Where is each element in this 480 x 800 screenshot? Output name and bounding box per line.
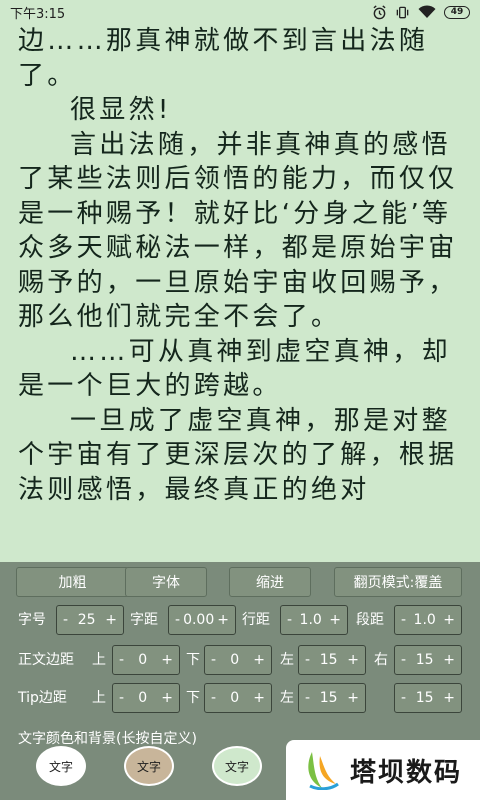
increase-button[interactable]: + <box>161 690 173 706</box>
increase-button[interactable]: + <box>253 652 265 668</box>
tip-bottom-value: 0 <box>230 690 240 706</box>
margin-top-stepper[interactable]: -0 + <box>112 645 180 675</box>
bold-button[interactable]: 加粗 <box>16 567 129 597</box>
alarm-icon <box>373 4 386 19</box>
margin-bottom-label: 下 <box>186 652 200 668</box>
tip-right-value: 15 <box>415 690 434 706</box>
margin-top-label: 上 <box>92 652 106 668</box>
font-size-label: 字号 <box>18 612 46 628</box>
logo-icon <box>308 752 339 790</box>
body-margin-label: 正文边距 <box>18 652 74 668</box>
color-swatch-white[interactable]: 文字 <box>36 746 86 786</box>
paragraph: 言出法随，并非真神真的感悟了某些法则后领悟的能力，而仅仅是一种赐予！就好比‘分身… <box>18 129 458 333</box>
increase-button[interactable]: + <box>105 612 117 628</box>
font-size-stepper[interactable]: -25 + <box>56 605 124 635</box>
margin-right-stepper[interactable]: -15 + <box>394 645 462 675</box>
color-swatch-green[interactable]: 文字 <box>212 746 262 786</box>
increase-button[interactable]: + <box>329 612 341 628</box>
char-spacing-label: 字距 <box>130 612 158 628</box>
tip-bottom-stepper[interactable]: -0 + <box>204 683 272 713</box>
line-spacing-value: 1.0 <box>299 612 322 628</box>
margin-top-value: 0 <box>138 652 148 668</box>
font-button[interactable]: 字体 <box>125 567 207 597</box>
watermark: 塔坝数码 <box>286 740 480 800</box>
paragraph: 很显然! <box>70 95 172 125</box>
tip-top-stepper[interactable]: -0 + <box>112 683 180 713</box>
paragraph: 边……那真神就做不到言出法随了。 <box>18 26 429 91</box>
indent-button[interactable]: 缩进 <box>229 567 311 597</box>
margin-left-value: 15 <box>319 652 338 668</box>
tip-left-stepper[interactable]: -15 + <box>298 683 366 713</box>
tip-margin-label: Tip边距 <box>18 690 67 706</box>
tip-top-label: 上 <box>92 690 106 706</box>
margin-right-value: 15 <box>415 652 434 668</box>
increase-button[interactable]: + <box>443 612 455 628</box>
status-icons: 49 <box>372 4 470 20</box>
char-spacing-value: 0.00 <box>183 612 215 628</box>
increase-button[interactable]: + <box>443 652 455 668</box>
para-spacing-label: 段距 <box>356 612 384 628</box>
paragraph: ……可从真神到虚空真神，却是一个巨大的跨越。 <box>18 336 451 402</box>
increase-button[interactable]: + <box>347 652 359 668</box>
margin-right-label: 右 <box>374 652 388 668</box>
increase-button[interactable]: + <box>443 690 455 706</box>
tip-right-stepper[interactable]: -15 + <box>394 683 462 713</box>
increase-button[interactable]: + <box>347 690 359 706</box>
tip-bottom-label: 下 <box>186 690 200 706</box>
font-size-value: 25 <box>77 612 96 628</box>
margin-bottom-stepper[interactable]: -0 + <box>204 645 272 675</box>
status-bar: 下午3:15 49 <box>0 0 480 24</box>
margin-bottom-value: 0 <box>230 652 240 668</box>
margin-left-stepper[interactable]: -15 + <box>298 645 366 675</box>
battery-level: 49 <box>450 6 464 17</box>
char-spacing-stepper[interactable]: -0.00 + <box>168 605 236 635</box>
text-color-section-title: 文字颜色和背景(长按自定义) <box>18 731 197 747</box>
increase-button[interactable]: + <box>217 612 229 628</box>
line-spacing-stepper[interactable]: -1.0 + <box>280 605 348 635</box>
status-time: 下午3:15 <box>10 6 66 22</box>
paragraph: 一旦成了虚空真神，那是对整个宇宙有了更深层次的了解，根据法则感悟，最终真正的绝对 <box>18 405 458 505</box>
para-spacing-stepper[interactable]: -1.0 + <box>394 605 462 635</box>
tip-left-value: 15 <box>319 690 338 706</box>
color-swatch-tan[interactable]: 文字 <box>124 746 174 786</box>
wifi-icon <box>418 5 436 18</box>
increase-button[interactable]: + <box>161 652 173 668</box>
line-spacing-label: 行距 <box>242 612 270 628</box>
margin-left-label: 左 <box>280 652 294 668</box>
battery-icon: 49 <box>444 5 470 19</box>
para-spacing-value: 1.0 <box>413 612 436 628</box>
reader-content[interactable]: 边……那真神就做不到言出法随了。 很显然! 言出法随，并非真神真的感悟了某些法则… <box>18 24 470 564</box>
increase-button[interactable]: + <box>253 690 265 706</box>
vibrate-icon <box>396 6 409 18</box>
watermark-text: 塔坝数码 <box>350 757 463 788</box>
page-mode-button[interactable]: 翻页模式:覆盖 <box>334 567 462 597</box>
tip-left-label: 左 <box>280 690 294 706</box>
tip-top-value: 0 <box>138 690 148 706</box>
